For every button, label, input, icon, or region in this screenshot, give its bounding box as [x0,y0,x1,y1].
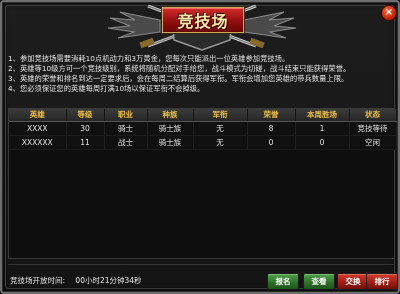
cell-level: 11 [66,135,105,150]
arena-window: 竞技场 × 1、参加竞技场需要消耗10点机动力和3万黄金，您每次只能派出一位英雄… [0,0,400,294]
column-header-race[interactable]: 种族 [147,109,194,122]
rule-line: 3、英雄的荣誉和排名到达一定要求后，会在每周二结算后获得军衔。军衔会增加您英雄的… [8,74,349,83]
open-time-label: 竞技场开放时间: [10,276,66,285]
view-button[interactable]: 查看 [303,273,335,290]
column-header-class[interactable]: 职业 [104,109,148,122]
hero-table: 英雄 等级 职业 种族 军衔 荣誉 本周胜场 状态 XXXX 30 骑士 骑士族… [8,108,397,259]
cell-race: 骑士族 [147,121,194,136]
table-header-row: 英雄 等级 职业 种族 军衔 荣誉 本周胜场 状态 [9,109,397,122]
cell-hero: XXXXXX [9,135,67,150]
cell-rank: 无 [193,121,248,136]
cell-hero: XXXX [9,121,67,136]
cell-level: 30 [66,121,105,136]
table-row[interactable]: XXXXXX 11 战士 骑士族 无 0 0 空闲 [9,135,397,150]
close-button[interactable]: × [381,5,397,21]
footer-divider [8,264,395,265]
rules-text: 1、参加竞技场需要消耗10点机动力和3万黄金，您每次只能派出一位英雄参加竞技场。… [8,54,396,105]
cell-status: 竞技等待 [349,121,397,136]
cell-class: 骑士 [104,121,148,136]
column-header-honor[interactable]: 荣誉 [247,109,296,122]
table-row[interactable]: XXXX 30 骑士 骑士族 无 8 1 竞技等待 [9,121,397,136]
cell-honor: 0 [247,135,296,150]
close-icon: × [384,7,394,18]
open-time-value: 00小时21分钟34秒 [75,276,142,285]
column-header-status[interactable]: 状态 [349,109,397,122]
column-header-level[interactable]: 等级 [66,109,105,122]
signup-button[interactable]: 报名 [267,273,299,290]
rule-line: 4、您必须保证您的英雄每周打满10场以保证军衔不会掉级。 [8,84,205,93]
open-time-display: 竞技场开放时间: 00小时21分钟34秒 [10,275,150,286]
cell-status: 空闲 [349,135,397,150]
cell-honor: 8 [247,121,296,136]
cell-weekly-wins: 1 [295,121,350,136]
ranking-button[interactable]: 排行 [366,273,398,290]
cell-rank: 无 [193,135,248,150]
cell-race: 骑士族 [147,135,194,150]
cell-weekly-wins: 0 [295,135,350,150]
rule-line: 1、参加竞技场需要消耗10点机动力和3万黄金，您每次只能派出一位英雄参加竞技场。 [8,54,290,63]
rule-line: 2、英雄等10级方可一个竞技级别，系统将随机分配对手给您，战斗模式为切磋，战斗结… [8,64,351,73]
column-header-weekly-wins[interactable]: 本周胜场 [295,109,350,122]
cell-class: 战士 [104,135,148,150]
column-header-hero[interactable]: 英雄 [9,109,67,122]
window-title: 竞技场 [162,7,244,33]
exchange-button[interactable]: 交换 [337,273,369,290]
column-header-rank[interactable]: 军衔 [193,109,248,122]
